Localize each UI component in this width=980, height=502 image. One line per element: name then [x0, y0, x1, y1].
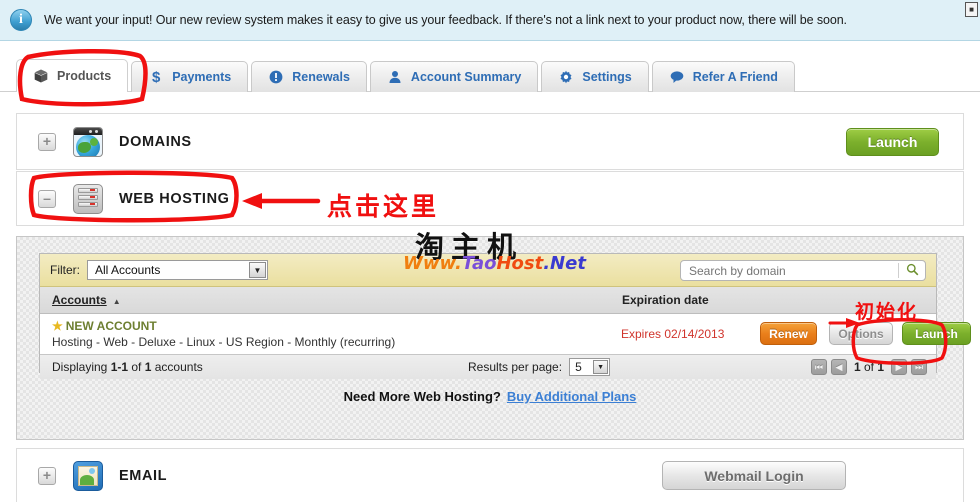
tab-renewals-label: Renewals: [292, 70, 350, 84]
person-icon: [387, 70, 403, 84]
tab-refer-a-friend[interactable]: Refer A Friend: [651, 61, 795, 92]
table-row: ★ NEW ACCOUNT Hosting - Web - Deluxe - L…: [40, 314, 971, 354]
tab-refer-a-friend-label: Refer A Friend: [692, 70, 778, 84]
options-button[interactable]: Options: [829, 322, 893, 345]
pagination-current: 1: [853, 360, 861, 374]
magnifier-icon[interactable]: [899, 263, 925, 279]
expander-web-hosting[interactable]: –: [38, 189, 56, 208]
search-box[interactable]: [680, 260, 926, 281]
results-per-page: Results per page: 5 ▼: [468, 358, 611, 376]
tab-products[interactable]: Products: [16, 59, 129, 93]
filter-label: Filter:: [50, 263, 80, 277]
launch-button-account[interactable]: Launch: [902, 322, 971, 345]
account-expiration: Expires 02/14/2013: [621, 327, 725, 341]
results-per-page-value: 5: [575, 360, 582, 374]
page-root: i We want your input! Our new review sys…: [0, 0, 980, 502]
server-icon: [73, 183, 103, 214]
table-header: Accounts ▲ Expiration date: [40, 287, 936, 314]
notification-text: We want your input! Our new review syste…: [44, 13, 847, 27]
expander-email[interactable]: +: [38, 466, 56, 485]
filter-select[interactable]: All Accounts ▼: [87, 260, 268, 280]
table-footer: Displaying 1-1 of 1 accounts Results per…: [40, 354, 936, 379]
gear-icon: [558, 70, 574, 84]
search-input[interactable]: [681, 262, 898, 279]
speech-icon: [669, 70, 685, 84]
chevron-down-icon: ▼: [593, 360, 609, 374]
account-name-label: NEW ACCOUNT: [65, 319, 157, 333]
pagination-first-button[interactable]: ⏮: [810, 359, 827, 375]
tab-payments-label: Payments: [172, 70, 232, 84]
domain-icon: [73, 126, 103, 157]
tab-products-label: Products: [57, 69, 112, 83]
displaying-summary: Displaying 1-1 of 1 accounts: [40, 360, 203, 374]
launch-button-domains[interactable]: Launch: [846, 127, 939, 156]
annotation-initialize: 初始化: [855, 301, 919, 323]
box-icon: [33, 69, 49, 83]
displaying-mid: of: [128, 360, 145, 374]
tab-account-summary[interactable]: Account Summary: [369, 61, 539, 92]
product-row-domains[interactable]: + DOMAINS Launch: [16, 113, 964, 170]
watermark-url-part-1: Www.: [403, 253, 462, 274]
expander-domains[interactable]: +: [38, 132, 56, 151]
filter-select-value: All Accounts: [95, 263, 161, 277]
pagination-status: 1 of 1: [854, 360, 884, 374]
need-more-hosting: Need More Web Hosting? Buy Additional Pla…: [17, 389, 963, 404]
tab-list: Products $ Payments Renewals Account Sum…: [16, 59, 798, 93]
product-row-email[interactable]: + EMAIL Webmail Login: [16, 448, 964, 502]
product-title-email: EMAIL: [119, 467, 168, 484]
tab-settings-label: Settings: [582, 70, 632, 84]
email-icon: [73, 460, 103, 491]
notification-bar: i We want your input! Our new review sys…: [0, 0, 980, 41]
webmail-login-button[interactable]: Webmail Login: [662, 461, 846, 490]
tab-renewals[interactable]: Renewals: [251, 61, 367, 92]
product-title-web-hosting: WEB HOSTING: [119, 190, 230, 207]
account-description: Hosting - Web - Deluxe - Linux - US Regi…: [52, 335, 396, 349]
tab-settings[interactable]: Settings: [541, 61, 649, 92]
results-per-page-select[interactable]: 5 ▼: [569, 358, 611, 376]
product-title-domains: DOMAINS: [119, 133, 192, 150]
tab-strip: Products $ Payments Renewals Account Sum…: [0, 41, 980, 93]
pagination-of: of: [860, 360, 878, 374]
watermark-url-part-2: Tao: [461, 253, 497, 274]
chevron-down-icon: ▼: [249, 262, 266, 278]
pagination-total: 1: [877, 360, 884, 374]
buy-additional-plans-link[interactable]: Buy Additional Plans: [507, 389, 637, 404]
need-more-text: Need More Web Hosting?: [343, 389, 501, 404]
tab-payments[interactable]: $ Payments: [131, 61, 249, 92]
displaying-range: 1-1: [110, 360, 129, 374]
annotation-click-here: 点击这里: [327, 192, 440, 221]
account-name: ★ NEW ACCOUNT: [52, 319, 157, 333]
window-icon[interactable]: ■: [965, 2, 978, 17]
tab-account-summary-label: Account Summary: [410, 70, 522, 84]
info-icon: i: [10, 9, 32, 31]
displaying-prefix: Displaying: [52, 360, 111, 374]
star-icon: ★: [52, 319, 63, 333]
watermark-url: Www.TaoHost.Net: [403, 253, 586, 274]
watermark-url-part-3: Host: [496, 253, 544, 274]
renew-button[interactable]: Renew: [760, 322, 817, 345]
sort-ascending-icon: ▲: [112, 297, 121, 306]
column-accounts-label: Accounts: [52, 293, 107, 307]
pagination-next-button[interactable]: ▶: [891, 359, 907, 375]
column-expiration-date: Expiration date: [622, 293, 709, 307]
pagination-prev-button[interactable]: ◀: [830, 359, 847, 375]
pagination-last-button[interactable]: ⏭: [911, 359, 927, 375]
product-row-web-hosting[interactable]: – WEB HOSTING: [16, 171, 964, 226]
watermark-url-part-4: .Net: [543, 253, 586, 274]
exclaim-icon: [268, 70, 284, 84]
column-accounts[interactable]: Accounts ▲: [40, 293, 121, 307]
results-per-page-label: Results per page:: [468, 360, 563, 374]
dollar-icon: $: [152, 68, 161, 86]
pagination: ⏮ ◀ 1 of 1 ▶ ⏭: [810, 359, 927, 375]
displaying-suffix: accounts: [151, 360, 203, 374]
